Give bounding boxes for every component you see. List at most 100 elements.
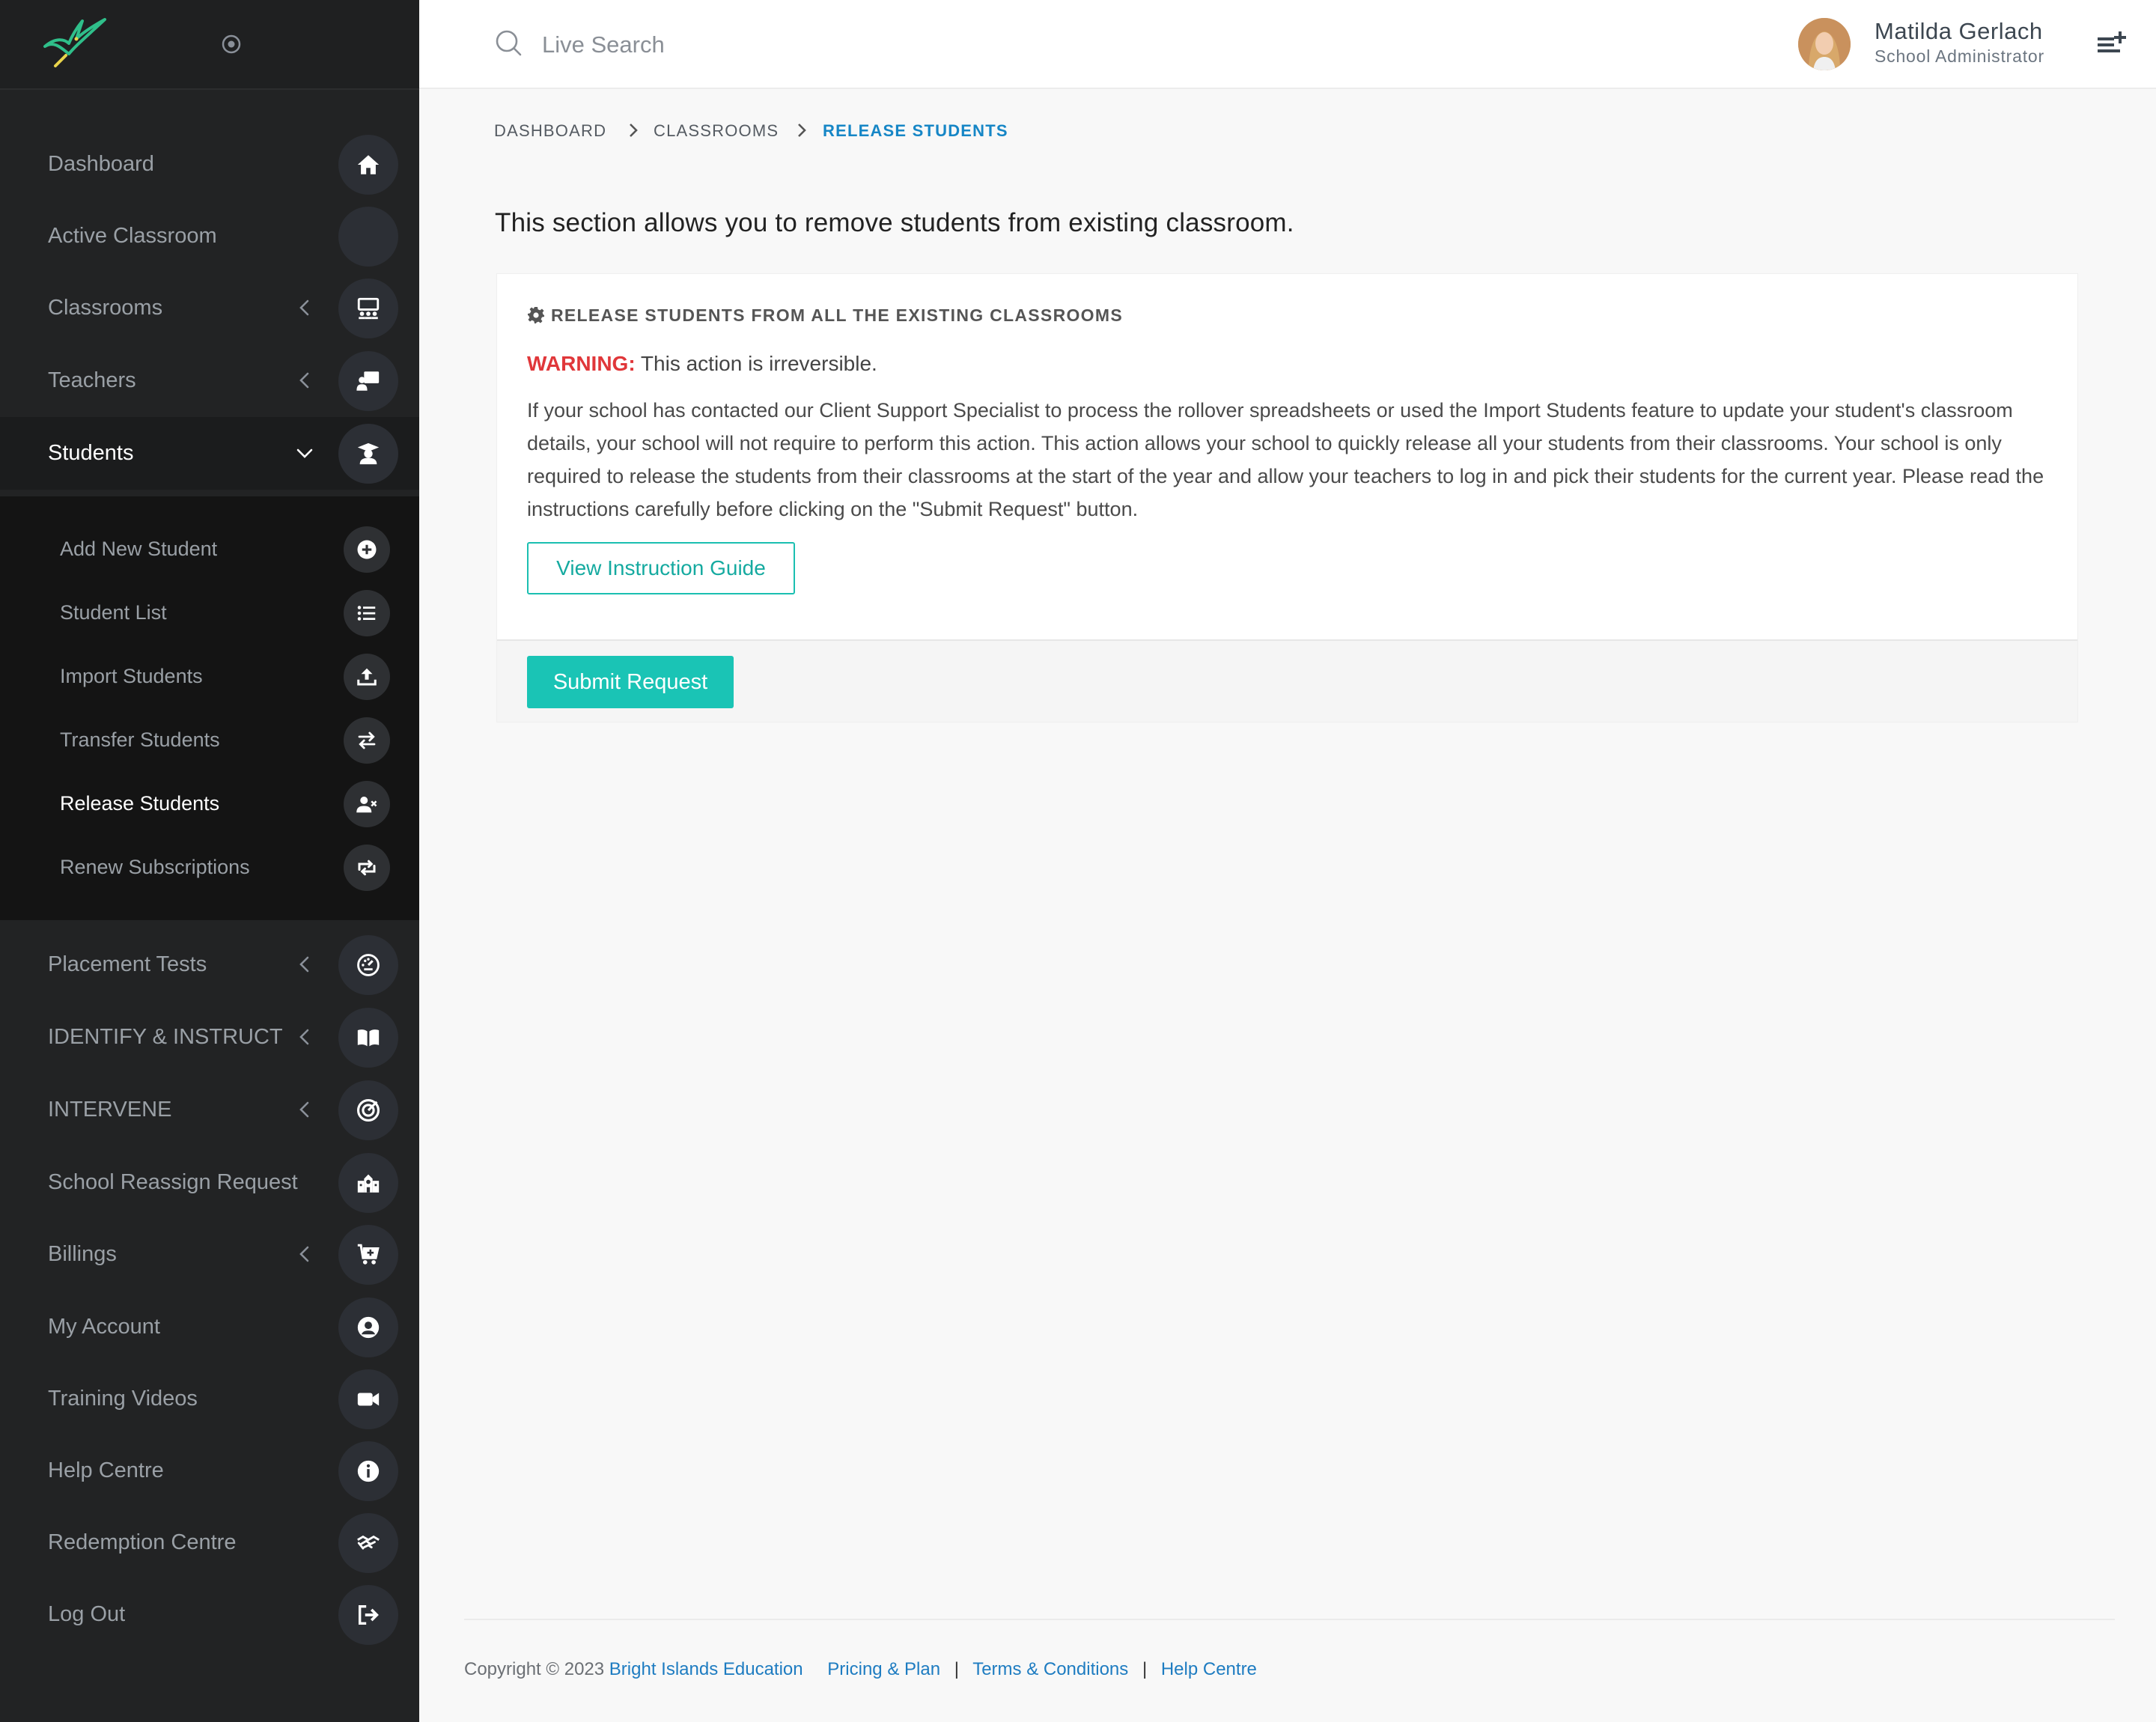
- subitem-label: Release Students: [60, 792, 220, 815]
- students-submenu: Add New Student Student List Import Stud…: [0, 496, 419, 920]
- subitem-renew-subscriptions[interactable]: Renew Subscriptions: [0, 836, 419, 899]
- card-title: RELEASE STUDENTS FROM ALL THE EXISTING C…: [527, 305, 1123, 326]
- sidebar-item-my-account[interactable]: My Account: [0, 1291, 419, 1363]
- subitem-transfer-students[interactable]: Transfer Students: [0, 708, 419, 772]
- sidebar-item-placement-tests[interactable]: Placement Tests: [0, 928, 419, 1001]
- sidebar-item-label: Help Centre: [48, 1458, 164, 1482]
- chevron-left-icon: [299, 372, 309, 389]
- plus-circle-icon: [344, 526, 390, 573]
- user-remove-icon: [344, 781, 390, 827]
- sidebar-item-classrooms[interactable]: Classrooms: [0, 272, 419, 344]
- sidebar-item-label: Students: [48, 441, 134, 465]
- cart-icon: [338, 1225, 398, 1285]
- handshake-icon: [338, 1513, 398, 1573]
- view-instruction-guide-button[interactable]: View Instruction Guide: [527, 542, 795, 594]
- sidebar-item-label: Active Classroom: [48, 224, 217, 248]
- chevron-left-icon: [299, 1029, 309, 1045]
- sidebar-item-school-reassign-request[interactable]: School Reassign Request: [0, 1146, 419, 1219]
- sidebar-item-help-centre[interactable]: Help Centre: [0, 1435, 419, 1507]
- subitem-release-students[interactable]: Release Students: [0, 772, 419, 836]
- home-icon: [338, 135, 398, 195]
- footer-separator: |: [954, 1659, 959, 1679]
- subitem-label: Add New Student: [60, 538, 218, 560]
- sidebar-item-billings[interactable]: Billings: [0, 1218, 419, 1291]
- logout-icon: [338, 1585, 398, 1645]
- gauge-icon: [338, 935, 398, 995]
- sidebar-item-intervene[interactable]: INTERVENE: [0, 1074, 419, 1146]
- graduate-icon: [338, 424, 398, 484]
- breadcrumb-dashboard[interactable]: DASHBOARD: [494, 121, 606, 141]
- submit-request-button[interactable]: Submit Request: [527, 656, 734, 708]
- teacher-icon: [338, 351, 398, 411]
- classroom-icon: [338, 279, 398, 338]
- sidebar-item-label: Dashboard: [48, 152, 154, 176]
- sidebar-item-label: Log Out: [48, 1602, 126, 1626]
- warning-text: This action is irreversible.: [635, 352, 877, 375]
- sidebar-item-redemption-centre[interactable]: Redemption Centre: [0, 1506, 419, 1579]
- book-icon: [338, 1008, 398, 1068]
- top-header: Matilda Gerlach School Administrator: [419, 0, 2156, 89]
- search-input[interactable]: [542, 22, 991, 67]
- sidebar-item-dashboard[interactable]: Dashboard: [0, 128, 419, 201]
- sidebar-item-identify-instruct[interactable]: IDENTIFY & INSTRUCT: [0, 1001, 419, 1074]
- transfer-icon: [344, 717, 390, 764]
- release-students-card: RELEASE STUDENTS FROM ALL THE EXISTING C…: [496, 273, 2078, 722]
- sidebar-item-label: IDENTIFY & INSTRUCT: [48, 1025, 283, 1049]
- subitem-label: Transfer Students: [60, 728, 220, 751]
- sidebar-item-training-videos[interactable]: Training Videos: [0, 1363, 419, 1435]
- footer-separator: |: [1142, 1659, 1148, 1679]
- playlist-add-icon[interactable]: [2096, 30, 2126, 57]
- page-footer: Copyright © 2023 Bright Islands Educatio…: [464, 1659, 1257, 1680]
- subitem-add-new-student[interactable]: Add New Student: [0, 517, 419, 581]
- sidebar-item-label: Placement Tests: [48, 952, 207, 976]
- pricing-link[interactable]: Pricing & Plan: [827, 1659, 940, 1679]
- help-centre-link[interactable]: Help Centre: [1161, 1659, 1257, 1679]
- sidebar-item-log-out[interactable]: Log Out: [0, 1578, 419, 1651]
- breadcrumb-classrooms[interactable]: CLASSROOMS: [654, 121, 779, 141]
- user-role: School Administrator: [1875, 46, 2044, 66]
- sidebar-item-label: School Reassign Request: [48, 1170, 298, 1194]
- sidebar-item-active-classroom[interactable]: Active Classroom: [0, 200, 419, 273]
- breadcrumb-release-students: RELEASE STUDENTS: [823, 121, 1008, 140]
- info-icon: [338, 1441, 398, 1501]
- warning-line: WARNING: This action is irreversible.: [527, 352, 877, 376]
- empty-icon: [338, 207, 398, 267]
- warning-label: WARNING:: [527, 352, 636, 375]
- sidebar-item-label: Redemption Centre: [48, 1530, 237, 1554]
- company-link[interactable]: Bright Islands Education: [609, 1659, 803, 1679]
- card-title-text: RELEASE STUDENTS FROM ALL THE EXISTING C…: [551, 305, 1123, 325]
- user-name[interactable]: Matilda Gerlach: [1875, 18, 2043, 45]
- search-icon[interactable]: [494, 28, 524, 58]
- chevron-left-icon: [299, 299, 309, 316]
- sidebar-item-label: Training Videos: [48, 1387, 198, 1411]
- chevron-left-icon: [299, 956, 309, 973]
- target-icon: [338, 1080, 398, 1140]
- hummingbird-logo-icon[interactable]: [39, 16, 109, 69]
- subitem-import-students[interactable]: Import Students: [0, 645, 419, 708]
- renew-icon: [344, 845, 390, 891]
- subitem-student-list[interactable]: Student List: [0, 581, 419, 645]
- footer-divider: [464, 1619, 2115, 1620]
- chevron-left-icon: [299, 1246, 309, 1262]
- sidebar-item-teachers[interactable]: Teachers: [0, 344, 419, 417]
- chevron-right-icon: [630, 124, 638, 137]
- user-circle-icon: [338, 1297, 398, 1357]
- pin-sidebar-icon[interactable]: [220, 33, 243, 55]
- school-icon: [338, 1153, 398, 1213]
- video-icon: [338, 1369, 398, 1429]
- chevron-left-icon: [299, 1101, 309, 1118]
- sidebar-item-students[interactable]: Students: [0, 417, 419, 490]
- sidebar-item-label: Classrooms: [48, 296, 163, 320]
- terms-link[interactable]: Terms & Conditions: [972, 1659, 1128, 1679]
- chevron-right-icon: [798, 124, 806, 137]
- chevron-down-icon: [296, 448, 313, 458]
- sidebar-brand: [0, 0, 419, 90]
- instructions-text: If your school has contacted our Client …: [527, 399, 2044, 520]
- gear-icon: [528, 307, 544, 323]
- sidebar-item-label: Billings: [48, 1242, 117, 1266]
- sidebar: Dashboard Active Classroom Classrooms Te…: [0, 0, 419, 1722]
- copyright-text: Copyright © 2023: [464, 1659, 609, 1679]
- avatar[interactable]: [1798, 18, 1851, 70]
- subitem-label: Renew Subscriptions: [60, 856, 250, 878]
- sidebar-item-label: My Account: [48, 1315, 160, 1339]
